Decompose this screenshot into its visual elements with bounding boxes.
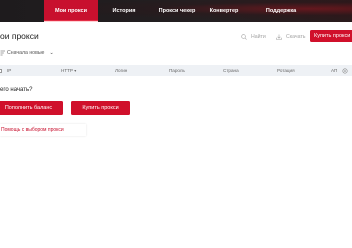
buy-proxy-button[interactable]: Купить прокси <box>71 101 130 115</box>
column-login: Логин <box>115 68 128 73</box>
download-icon <box>276 34 282 40</box>
top-navigation-bar: Мои прокси История Прокси чекер Конверте… <box>0 0 352 22</box>
empty-state-question: его начать? <box>0 87 33 93</box>
page-title: ои прокси <box>0 31 39 41</box>
chevron-down-icon: ▾ <box>74 68 77 73</box>
sort-icon <box>0 50 5 56</box>
download-label: Скачать <box>286 33 306 40</box>
column-protocol[interactable]: HTTP ▾ <box>61 65 76 76</box>
chevron-down-icon: ⌄ <box>49 50 54 56</box>
column-protocol-label: HTTP <box>61 68 73 73</box>
proxy-table-header: IP HTTP ▾ Логин Пароль Страна Ротация АП <box>0 65 352 76</box>
search-label: Найти <box>251 33 266 40</box>
proxy-help-link[interactable]: Помощь с выбором прокси <box>0 124 86 136</box>
nav-tab-my-proxies[interactable]: Мои прокси <box>44 0 98 22</box>
search-icon <box>241 33 247 40</box>
sort-label: Сначала новые <box>7 50 45 56</box>
download-button[interactable]: Скачать <box>276 32 305 41</box>
select-all-checkbox[interactable] <box>0 68 2 73</box>
settings-icon[interactable] <box>342 67 348 74</box>
column-ip[interactable]: IP <box>7 65 11 76</box>
sort-dropdown[interactable]: Сначала новые ⌄ <box>0 48 54 58</box>
nav-tab-history[interactable]: История <box>100 0 148 22</box>
nav-tab-proxy-checker[interactable]: Прокси чекер <box>150 0 204 22</box>
nav-tab-converter[interactable]: Конвертер <box>202 0 246 22</box>
topup-balance-button[interactable]: Пополнить баланс <box>0 101 63 115</box>
column-password: Пароль <box>169 68 185 73</box>
column-country: Страна <box>223 68 239 73</box>
column-autorenew: АП <box>331 68 338 73</box>
search-button[interactable]: Найти <box>241 32 266 41</box>
column-rotation: Ротация <box>277 68 295 73</box>
buy-proxy-button-top[interactable]: Купить прокси <box>310 30 352 42</box>
nav-tab-support[interactable]: Поддержка <box>258 0 304 22</box>
